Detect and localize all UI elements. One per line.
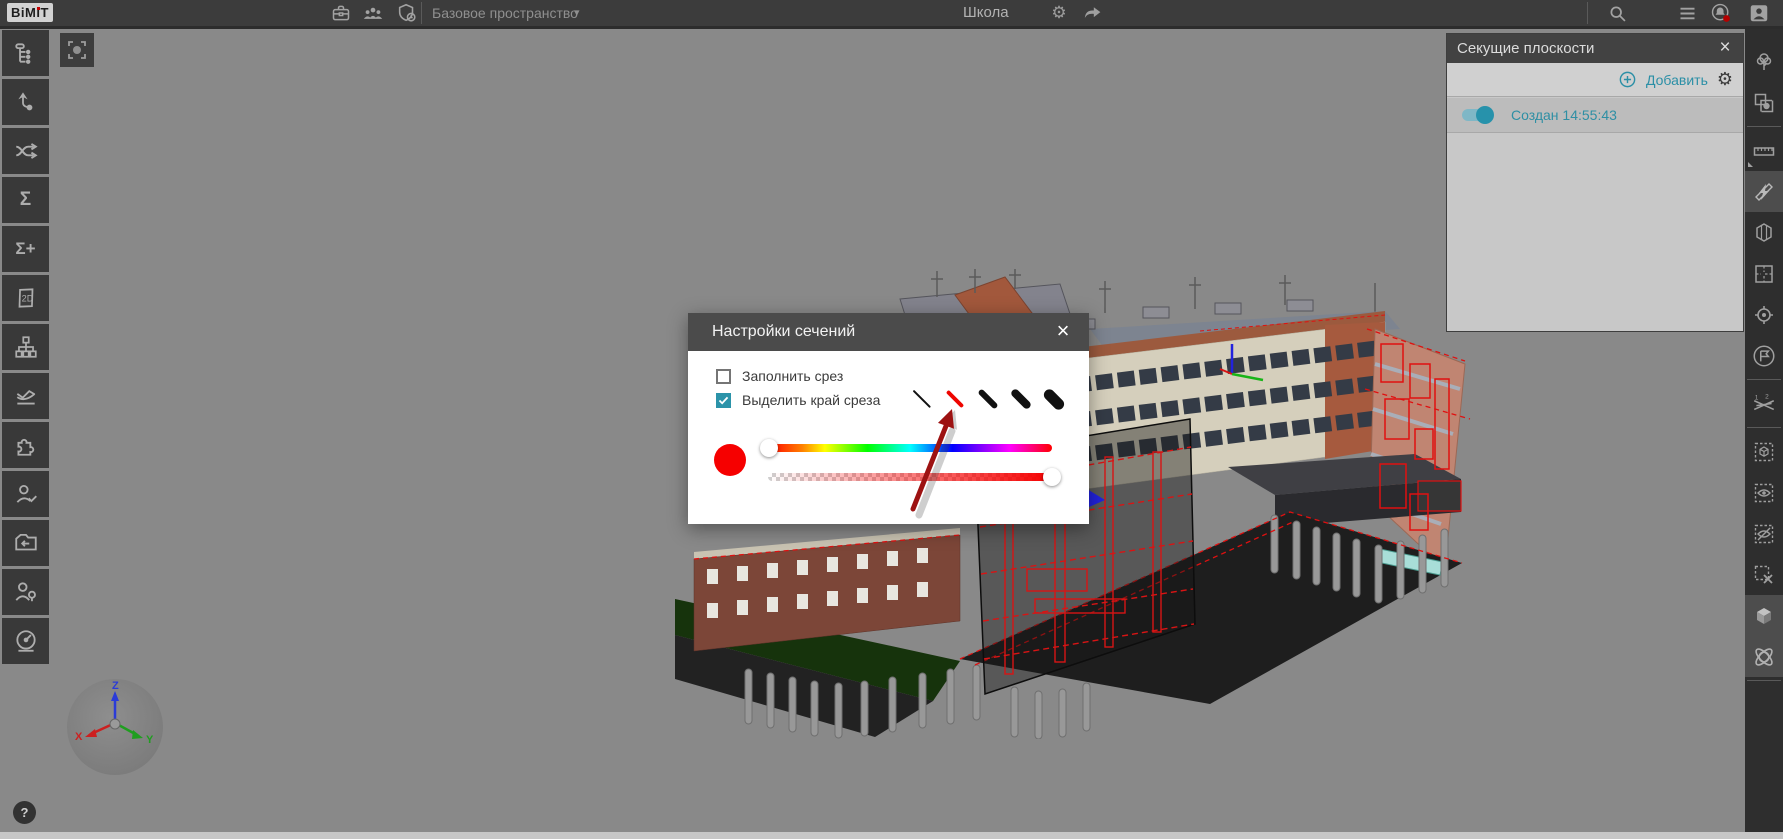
cutting-plane-row[interactable]: Создан 14:55:43 [1447, 98, 1743, 133]
scene-tree-icon[interactable] [1745, 41, 1783, 82]
measure-ruler-icon[interactable] [1745, 130, 1783, 171]
hue-slider[interactable] [768, 444, 1052, 452]
toggle-knob [1476, 106, 1494, 124]
panel-toolbar: Добавить ⚙ [1447, 63, 1743, 97]
stroke-width-options [910, 385, 1066, 413]
overlap-select-icon[interactable] [1745, 82, 1783, 123]
highlight-edge-label: Выделить край среза [742, 392, 880, 408]
flag-icon[interactable] [1745, 335, 1783, 376]
model-tree-icon[interactable] [2, 30, 49, 76]
svg-text:1: 1 [1755, 394, 1759, 401]
hue-slider-handle[interactable] [760, 439, 778, 457]
section-cube-icon[interactable] [1745, 212, 1783, 253]
plugin-puzzle-icon[interactable] [2, 422, 49, 468]
orbit-mode-icon[interactable] [1745, 636, 1783, 677]
bottom-status-strip [0, 832, 1783, 839]
list-icon[interactable] [1676, 2, 1698, 24]
clip-flash-icon[interactable] [1745, 171, 1783, 212]
section-settings-dialog: Настройки сечений × Заполнить срез Выдел… [688, 313, 1089, 524]
shield-clock-icon[interactable] [396, 2, 418, 24]
dialog-close-icon[interactable]: × [1049, 313, 1077, 351]
highlight-edge-checkbox[interactable] [716, 393, 731, 408]
clear-selection-icon[interactable] [1745, 554, 1783, 595]
share-icon[interactable] [1082, 2, 1104, 24]
flyout-indicator [1748, 162, 1753, 167]
fill-section-checkbox[interactable] [716, 369, 731, 384]
sum-add-icon[interactable]: Σ+ [2, 226, 49, 272]
floorplan-icon[interactable] [1745, 253, 1783, 294]
user-location-icon[interactable] [2, 569, 49, 615]
plane-label: Создан 14:55:43 [1511, 107, 1617, 123]
stroke-width-option[interactable] [910, 385, 934, 413]
team-icon[interactable] [362, 2, 384, 24]
add-plane-icon[interactable] [1618, 70, 1637, 89]
axis-y-label: Y [146, 734, 154, 746]
right-toolbar: 1 2 [1745, 29, 1783, 832]
show-visibility-icon[interactable] [1745, 472, 1783, 513]
sum-icon[interactable]: Σ [2, 177, 49, 223]
app-logo[interactable]: BiMiT [7, 3, 53, 22]
stroke-width-option[interactable] [976, 385, 1000, 413]
isolate-cube-icon[interactable] [1745, 431, 1783, 472]
pick-element-icon[interactable] [2, 79, 49, 125]
dashboard-gauge-icon[interactable] [2, 618, 49, 664]
fit-view-button[interactable] [60, 33, 94, 67]
selected-color-swatch [714, 444, 746, 476]
stroke-width-option[interactable] [1042, 385, 1066, 413]
axis-z-label: Z [112, 680, 119, 692]
logo-accent-dot [37, 7, 40, 10]
dialog-title: Настройки сечений [688, 313, 1089, 351]
compare-arrows-icon[interactable] [2, 128, 49, 174]
toolbar-separator [1747, 379, 1781, 380]
cutting-planes-panel: Секущие плоскости × Добавить ⚙ Создан 14… [1446, 33, 1744, 332]
panel-settings-gear-icon[interactable]: ⚙ [1717, 69, 1733, 90]
toolbar-separator [1747, 427, 1781, 428]
svg-text:2: 2 [1765, 393, 1769, 400]
plane-toggle[interactable] [1460, 106, 1494, 124]
project-settings-gear-icon[interactable]: ⚙ [1048, 2, 1070, 24]
stroke-width-option[interactable] [943, 385, 967, 413]
search-icon[interactable] [1606, 2, 1628, 24]
topbar: BiMiT Базовое пространство ▾ Школа ⚙ [0, 0, 1783, 26]
workspace-selector[interactable]: Базовое пространство [432, 0, 578, 26]
analytics-chart-icon[interactable] [2, 373, 49, 419]
hide-visibility-icon[interactable] [1745, 513, 1783, 554]
stroke-width-option[interactable] [1009, 385, 1033, 413]
shared-folder-icon[interactable] [2, 520, 49, 566]
notification-badge [1723, 15, 1730, 22]
help-button[interactable]: ? [13, 801, 36, 824]
topbar-shadow [0, 26, 1783, 29]
project-title: Школа [963, 0, 1009, 26]
chevron-down-icon[interactable]: ▾ [574, 0, 580, 26]
opacity-slider[interactable] [768, 473, 1052, 481]
svg-text:2D: 2D [21, 293, 33, 303]
focus-target-icon[interactable] [1745, 294, 1783, 335]
hide-dimensions-icon[interactable]: 1 2 [1745, 383, 1783, 424]
left-toolbar: Σ Σ+ 2D [2, 30, 49, 667]
navigation-gizmo[interactable]: Z X Y [67, 679, 163, 775]
fill-section-label: Заполнить срез [742, 368, 843, 384]
topbar-separator [1587, 2, 1588, 24]
add-plane-button[interactable]: Добавить [1646, 72, 1708, 88]
hierarchy-icon[interactable] [2, 324, 49, 370]
axis-x-label: X [75, 731, 83, 743]
user-check-icon[interactable] [2, 471, 49, 517]
opacity-slider-handle[interactable] [1043, 468, 1061, 486]
topbar-separator [421, 2, 422, 24]
briefcase-icon[interactable] [330, 2, 352, 24]
sheet-2d-icon[interactable]: 2D [2, 275, 49, 321]
solid-view-icon[interactable] [1745, 595, 1783, 636]
notifications-icon[interactable] [1710, 2, 1732, 24]
toolbar-separator [1747, 126, 1781, 127]
panel-title: Секущие плоскости [1447, 34, 1743, 63]
toolbar-separator [1747, 680, 1781, 681]
panel-close-icon[interactable]: × [1713, 34, 1737, 63]
account-icon[interactable] [1748, 2, 1770, 24]
